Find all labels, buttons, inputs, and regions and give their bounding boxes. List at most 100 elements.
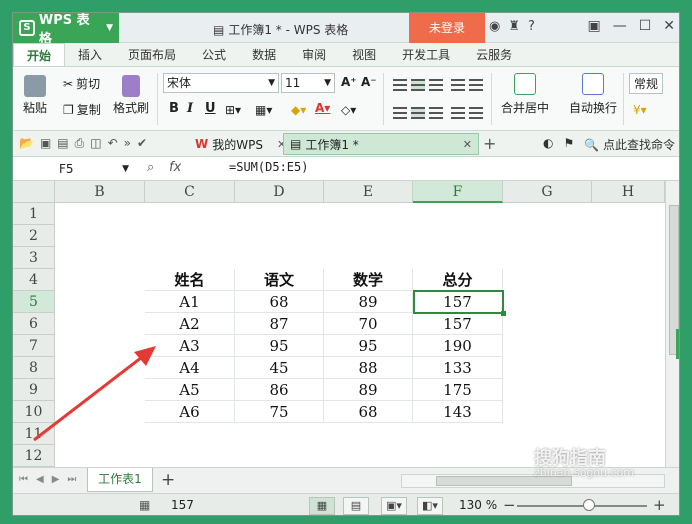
align-center-icon[interactable] xyxy=(411,107,425,119)
cell-total[interactable]: 143 xyxy=(413,401,503,423)
column-header-h[interactable]: H xyxy=(592,181,665,203)
underline-button[interactable]: U xyxy=(205,101,216,116)
tab-workbook[interactable]: ▤ 工作簿1 * ✕ xyxy=(283,133,479,155)
cell-math[interactable]: 70 xyxy=(324,313,413,335)
help-icon[interactable]: ? xyxy=(528,19,535,34)
cell-total[interactable]: 157 xyxy=(413,313,503,335)
cell-chinese[interactable]: 68 xyxy=(235,291,324,313)
minimize-icon[interactable]: — xyxy=(613,18,627,34)
row-header-9[interactable]: 9 xyxy=(13,379,55,401)
cell-chinese[interactable]: 75 xyxy=(235,401,324,423)
reading-view-button[interactable]: ◧▾ xyxy=(417,497,443,515)
italic-button[interactable]: I xyxy=(187,101,193,116)
header-cell-name[interactable]: 姓名 xyxy=(145,269,235,291)
row-header-7[interactable]: 7 xyxy=(13,335,55,357)
restore-icon[interactable]: ▣ xyxy=(587,18,600,34)
cloud-icon[interactable]: ◐ xyxy=(543,136,553,153)
side-panel-handle[interactable] xyxy=(676,329,679,359)
column-header-g[interactable]: G xyxy=(503,181,592,203)
cell-chinese[interactable]: 95 xyxy=(235,335,324,357)
print-icon[interactable]: ⎙ xyxy=(75,136,85,151)
align-top-icon[interactable] xyxy=(393,79,407,91)
tab-page-layout[interactable]: 页面布局 xyxy=(115,43,189,66)
close-icon[interactable]: ✕ xyxy=(463,138,472,151)
close-icon[interactable]: ✕ xyxy=(663,18,675,34)
command-search[interactable]: 🔍 点此查找命令 xyxy=(584,136,675,153)
column-header-e[interactable]: E xyxy=(324,181,413,203)
tab-my-wps[interactable]: W 我的WPS ✕ xyxy=(189,134,292,154)
tab-view[interactable]: 视图 xyxy=(339,43,389,66)
row-header-5[interactable]: 5 xyxy=(13,291,55,313)
more-icon[interactable]: » xyxy=(124,136,131,151)
cell-math[interactable]: 88 xyxy=(324,357,413,379)
cell-name[interactable]: A4 xyxy=(145,357,235,379)
app-menu-button[interactable]: S WPS 表格 ▼ xyxy=(13,13,119,47)
next-sheet-icon[interactable]: ▶ xyxy=(52,474,60,485)
add-sheet-icon[interactable]: + xyxy=(161,470,175,490)
zoom-slider-knob[interactable] xyxy=(583,499,595,511)
row-header-3[interactable]: 3 xyxy=(13,247,55,269)
font-color-button[interactable]: A▾ xyxy=(315,101,330,115)
maximize-icon[interactable]: ☐ xyxy=(639,18,652,34)
zoom-level[interactable]: 130 % xyxy=(459,498,497,512)
merge-center-button[interactable]: 合并居中 xyxy=(501,73,549,116)
column-header-d[interactable]: D xyxy=(235,181,324,203)
cell-total[interactable]: 157 xyxy=(413,291,503,313)
cell-name[interactable]: A5 xyxy=(145,379,235,401)
flag-icon[interactable]: ⚑ xyxy=(563,136,574,153)
border-button[interactable]: ⊞▾ xyxy=(225,103,241,117)
row-header-1[interactable]: 1 xyxy=(13,203,55,225)
indent-decrease-icon[interactable] xyxy=(451,79,465,91)
row-header-10[interactable]: 10 xyxy=(13,401,55,423)
undo-icon[interactable]: ↶ xyxy=(108,136,118,151)
last-sheet-icon[interactable]: ⏭ xyxy=(67,474,76,485)
number-format-select[interactable]: 常规 xyxy=(629,73,664,94)
tab-data[interactable]: 数据 xyxy=(239,43,289,66)
tab-developer[interactable]: 开发工具 xyxy=(389,43,463,66)
align-right-icon[interactable] xyxy=(429,107,443,119)
tab-home[interactable]: 开始 xyxy=(13,43,66,66)
fill-color-button[interactable]: ◆▾ xyxy=(291,103,306,117)
justify-icon[interactable] xyxy=(451,107,465,119)
new-tab-icon[interactable]: + xyxy=(483,134,496,153)
tab-review[interactable]: 审阅 xyxy=(289,43,339,66)
cell-chinese[interactable]: 87 xyxy=(235,313,324,335)
indent-increase-icon[interactable] xyxy=(469,79,483,91)
prev-sheet-icon[interactable]: ◀ xyxy=(36,474,44,485)
column-header-f[interactable]: F xyxy=(413,181,503,203)
align-bottom-icon[interactable] xyxy=(429,79,443,91)
check-icon[interactable]: ✔ xyxy=(137,136,147,151)
cell-math[interactable]: 89 xyxy=(324,379,413,401)
row-header-11[interactable]: 11 xyxy=(13,423,55,445)
formula-input[interactable]: =SUM(D5:E5) xyxy=(229,160,308,174)
vertical-scrollbar[interactable] xyxy=(665,181,679,467)
cut-button[interactable]: ✂ 剪切 xyxy=(63,75,100,92)
page-layout-view-button[interactable]: ▣▾ xyxy=(381,497,407,515)
align-middle-icon[interactable] xyxy=(411,79,425,91)
cell-math[interactable]: 95 xyxy=(324,335,413,357)
clear-format-button[interactable]: ◇▾ xyxy=(341,103,356,117)
bold-button[interactable]: B xyxy=(169,101,179,116)
column-header-b[interactable]: B xyxy=(55,181,145,203)
zoom-lens-icon[interactable]: ⌕ xyxy=(147,160,154,175)
first-sheet-icon[interactable]: ⏮ xyxy=(19,474,28,485)
export-pdf-icon[interactable]: ▤ xyxy=(57,136,68,151)
cell-name[interactable]: A1 xyxy=(145,291,235,313)
paste-button[interactable]: 粘贴 xyxy=(23,75,47,116)
header-cell-math[interactable]: 数学 xyxy=(324,269,413,291)
copy-button[interactable]: ❐ 复制 xyxy=(63,101,101,118)
cell-name[interactable]: A2 xyxy=(145,313,235,335)
header-cell-total[interactable]: 总分 xyxy=(413,269,503,291)
cell-total[interactable]: 190 xyxy=(413,335,503,357)
shrink-font-button[interactable]: A⁻ xyxy=(361,75,377,89)
cell-chinese[interactable]: 86 xyxy=(235,379,324,401)
tab-cloud[interactable]: 云服务 xyxy=(463,43,525,66)
zoom-slider[interactable] xyxy=(517,505,647,507)
format-painter-button[interactable]: 格式刷 xyxy=(113,75,149,116)
row-header-2[interactable]: 2 xyxy=(13,225,55,247)
zoom-in-icon[interactable]: + xyxy=(653,496,666,514)
row-header-8[interactable]: 8 xyxy=(13,357,55,379)
distributed-icon[interactable] xyxy=(469,107,483,119)
name-box[interactable]: F5 ▼ xyxy=(53,159,131,179)
font-select[interactable]: 宋体 ▼ xyxy=(163,73,279,93)
